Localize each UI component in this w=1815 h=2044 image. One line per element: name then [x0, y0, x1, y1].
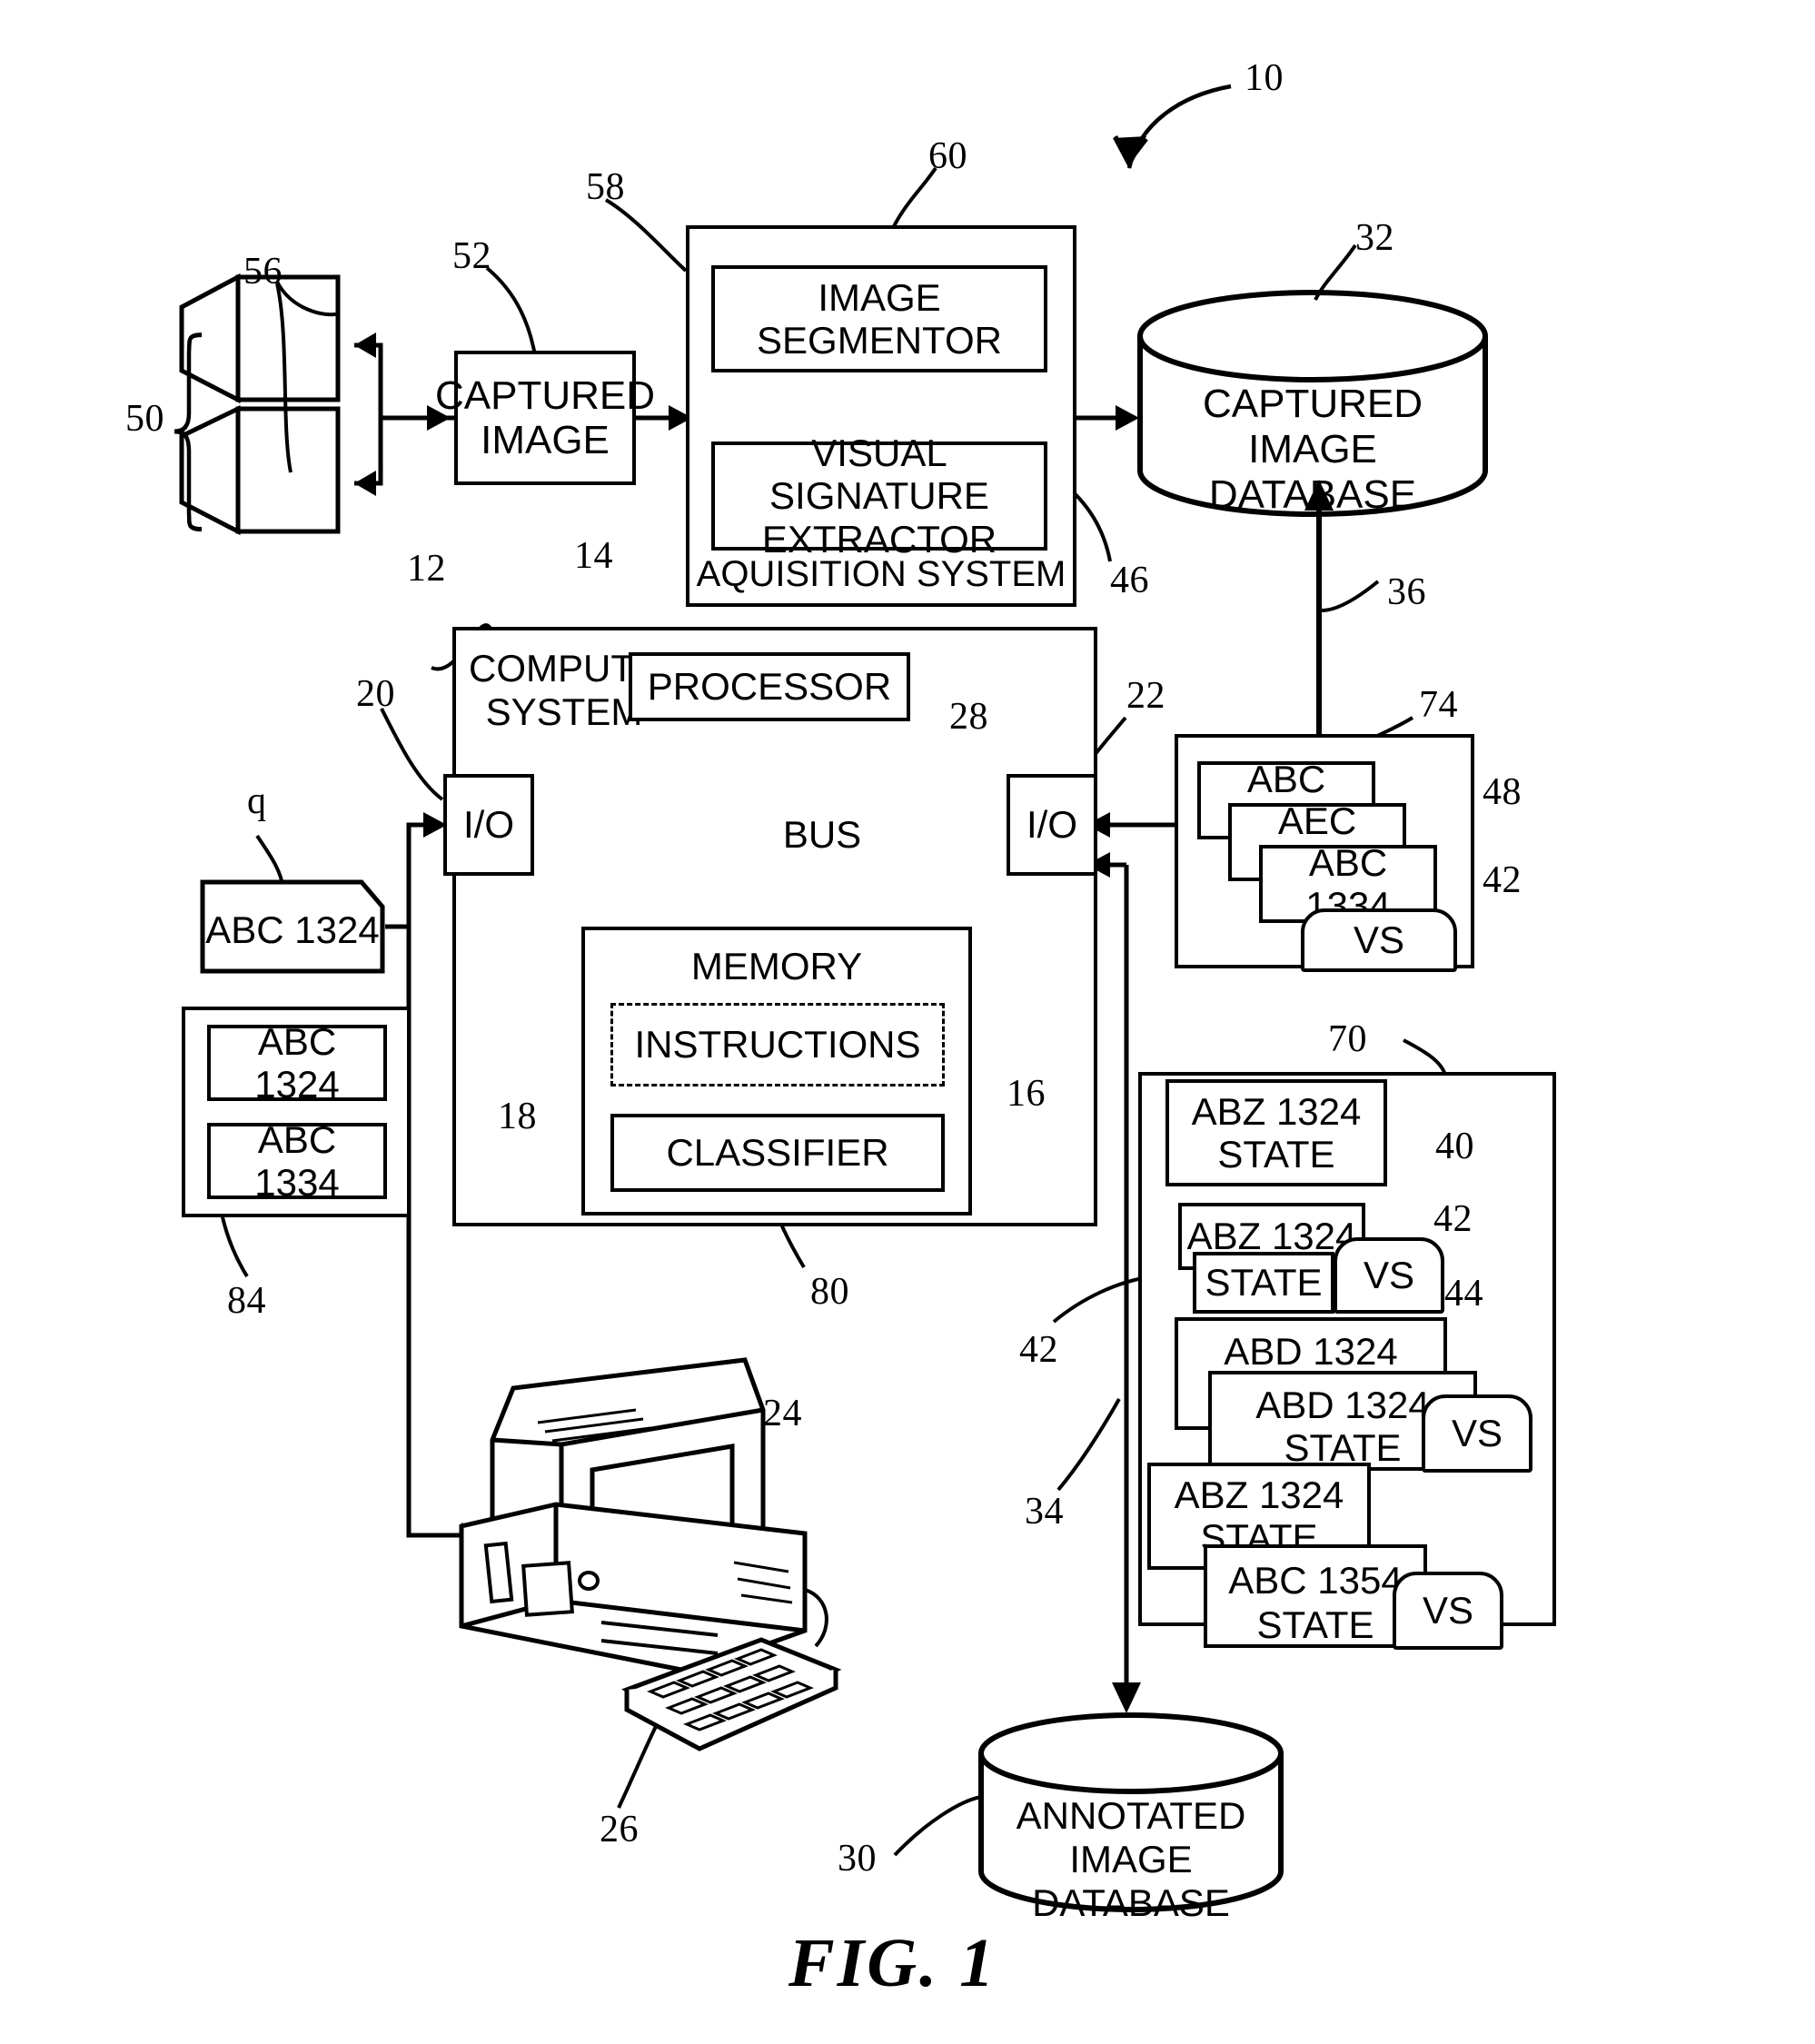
io-right-box: I/O: [1007, 774, 1097, 876]
acquisition-system-title: AQUISITION SYSTEM: [696, 554, 1066, 594]
ref-24: 24: [763, 1393, 802, 1434]
ref-56: 56: [243, 251, 283, 293]
captured-image-label-line2: IMAGE: [481, 418, 610, 462]
visual-signature-extractor-box: VISUAL SIGNATURE EXTRACTOR: [711, 432, 1047, 561]
captured-image-label-line1: CAPTURED: [434, 372, 656, 418]
ref-34: 34: [1025, 1491, 1064, 1533]
ref-48: 48: [1483, 771, 1522, 813]
classifier-box: CLASSIFIER: [610, 1114, 945, 1192]
ref-74: 74: [1419, 684, 1458, 726]
ref-28: 28: [949, 696, 988, 738]
captured-db-line2: DATABASE: [1208, 472, 1417, 517]
annotated-row-2-vs: VS: [1334, 1237, 1444, 1314]
annotated-row-1: ABZ 1324 STATE: [1165, 1079, 1387, 1186]
captured-stack-vs: VS: [1301, 908, 1457, 972]
ref-14: 14: [574, 535, 613, 577]
image-segmentor-box: IMAGE SEGMENTOR: [711, 265, 1047, 372]
io-left-box: I/O: [443, 774, 534, 876]
ref-36: 36: [1387, 571, 1426, 613]
ref-42-left: 42: [1019, 1329, 1058, 1371]
ref-26: 26: [600, 1809, 639, 1851]
annotated-row-1-state: STATE: [1217, 1133, 1335, 1176]
ref-42-stack: 42: [1483, 859, 1522, 901]
instructions-box: INSTRUCTIONS: [610, 1003, 945, 1086]
ref-58: 58: [586, 166, 625, 208]
annotated-row-5-id: ABZ 1324: [1174, 1473, 1344, 1516]
annotated-row-2-state: STATE: [1193, 1252, 1334, 1314]
ref-70: 70: [1328, 1018, 1367, 1060]
ref-42-mid: 42: [1433, 1198, 1473, 1240]
patent-figure-canvas: CAPTURED IMAGE AQUISITION SYSTEM IMAGE S…: [0, 0, 1815, 2044]
ref-46: 46: [1110, 560, 1149, 601]
captured-image-database-label: CAPTURED IMAGE DATABASE: [1149, 382, 1476, 518]
figure-caption: FIG. 1: [788, 1925, 997, 2001]
query-box: ABC 1324: [200, 879, 385, 974]
vs-extractor-line1: VISUAL SIGNATURE: [769, 432, 989, 518]
annotated-db-line1: ANNOTATED IMAGE: [1016, 1794, 1246, 1880]
annotated-image-database-label: ANNOTATED IMAGE DATABASE: [977, 1794, 1285, 1925]
ref-84: 84: [227, 1280, 266, 1322]
ref-22: 22: [1126, 675, 1165, 717]
annotated-row-1-id: ABZ 1324: [1191, 1089, 1362, 1133]
ref-30: 30: [838, 1838, 877, 1880]
annotated-row-6-vs: VS: [1393, 1572, 1503, 1650]
ref-50: 50: [125, 398, 164, 440]
ref-10: 10: [1245, 57, 1284, 99]
ref-12: 12: [407, 548, 446, 590]
ref-40: 40: [1435, 1126, 1474, 1167]
bus-label: BUS: [782, 813, 862, 856]
ref-q: q: [247, 780, 267, 822]
ref-18: 18: [498, 1096, 537, 1137]
result-box-2: ABC 1334: [207, 1118, 387, 1204]
annotated-db-line2: DATABASE: [1032, 1881, 1230, 1924]
ref-80: 80: [810, 1271, 849, 1313]
captured-db-line1: CAPTURED IMAGE: [1202, 382, 1423, 471]
ref-60: 60: [928, 135, 967, 177]
ref-32: 32: [1355, 217, 1394, 259]
ref-20: 20: [356, 673, 395, 715]
ref-16: 16: [1007, 1073, 1046, 1115]
annotated-row-4-vs: VS: [1422, 1394, 1532, 1473]
query-box-label: ABC 1324: [205, 908, 380, 951]
captured-image-box: CAPTURED IMAGE: [435, 351, 655, 485]
vs-extractor-line2: EXTRACTOR: [761, 517, 997, 561]
memory-label: MEMORY: [690, 945, 863, 987]
processor-box: PROCESSOR: [629, 652, 910, 721]
ref-44: 44: [1444, 1273, 1483, 1315]
result-box-1: ABC 1324: [207, 1020, 387, 1106]
ref-52: 52: [452, 235, 491, 277]
